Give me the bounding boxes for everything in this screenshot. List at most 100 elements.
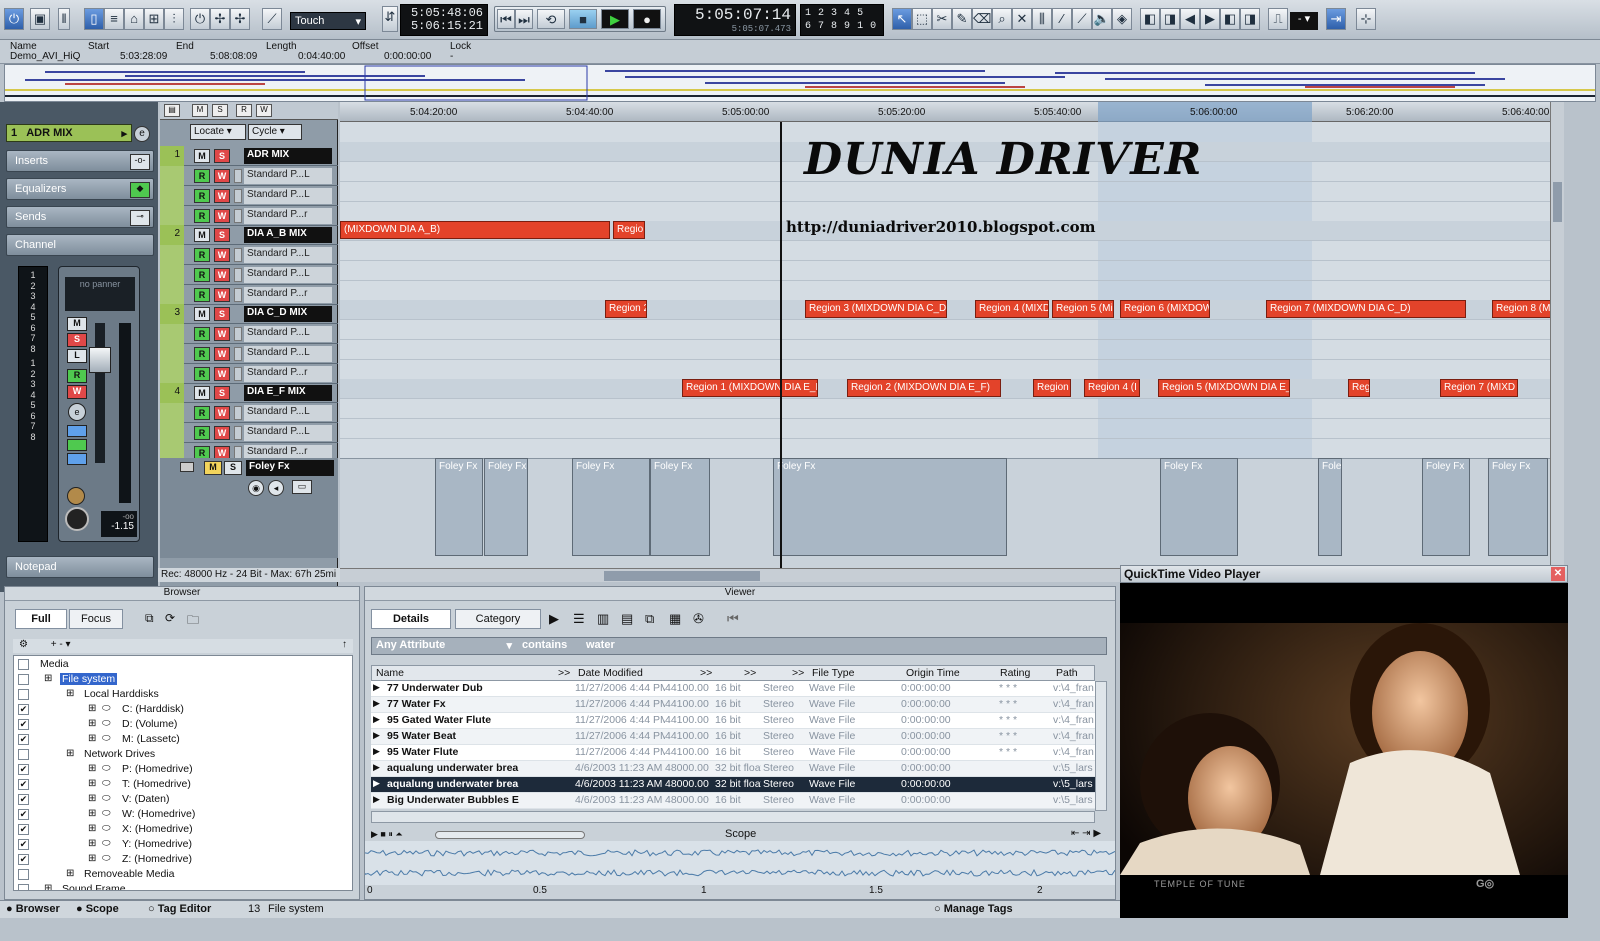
folder-track-name[interactable]: Foley Fx <box>246 460 334 476</box>
curve-icon[interactable]: ⟋ <box>262 8 282 30</box>
tree-label[interactable]: X: (Homedrive) <box>120 823 195 835</box>
line-tool-icon[interactable]: ⟋ <box>1072 8 1092 30</box>
track-name[interactable]: DIA C_D MIX <box>244 306 332 322</box>
folder-mute-button[interactable]: M <box>204 461 222 475</box>
expand-icon[interactable]: ⊞ <box>88 823 96 834</box>
foley-event[interactable]: Foley Fx <box>1488 458 1548 556</box>
sub-track[interactable]: R W Standard P...L <box>160 344 338 364</box>
file-row[interactable]: ▶ aqualung underwater brea 4/6/2003 11:23 … <box>371 761 1095 777</box>
draw-tool-icon[interactable]: ∕ <box>1052 8 1072 30</box>
tree-checkbox[interactable]: ✔ <box>18 794 29 805</box>
audio-region[interactable]: Regio <box>613 221 645 239</box>
cycle-select[interactable]: Cycle ▾ <box>248 124 302 140</box>
marker-4[interactable]: 4 <box>844 8 857 19</box>
track-lane[interactable] <box>340 320 1550 340</box>
tree-node[interactable]: ✔ ⊞ ⬭ D: (Volume) <box>14 718 352 733</box>
record-enable-icon[interactable] <box>65 507 89 531</box>
reel-icon[interactable]: ✇ <box>693 611 704 627</box>
file-row[interactable]: ▶ 95 Gated Water Flute 11/27/2006 4:44 PM 4… <box>371 713 1095 729</box>
volume-fader[interactable] <box>89 347 111 373</box>
auto-read-icon[interactable]: ✢ <box>210 8 230 30</box>
edit-channel-icon[interactable]: e <box>134 126 150 142</box>
track-name[interactable]: Standard P...r <box>244 287 332 303</box>
inserts-bypass-icon[interactable]: -o- <box>130 154 150 170</box>
col-expand-3[interactable]: >> <box>744 667 756 679</box>
record-mode-icon[interactable]: ▣ <box>30 8 50 30</box>
track-plugin-icon[interactable] <box>234 189 242 203</box>
play-icon[interactable]: ▶ <box>373 714 380 725</box>
track-name[interactable]: Standard P...r <box>244 208 332 224</box>
cycle-icon[interactable]: ⟲ <box>537 9 565 29</box>
locator-display[interactable]: 5:05:48:06 5:06:15:21 <box>400 4 488 36</box>
track-plugin-icon[interactable] <box>234 347 242 361</box>
arrange-window[interactable]: (MIXDOWN DIA A_B) Regio Region 2 Region 3 (… <box>340 122 1550 568</box>
remove-icon[interactable]: - <box>59 639 62 650</box>
range-selection-tool-icon[interactable]: ⬚ <box>912 8 932 30</box>
vertical-scrollbar[interactable] <box>1550 102 1564 582</box>
file-row[interactable]: ▶ aqualung underwater brea 4/6/2003 11:23 … <box>371 777 1095 793</box>
tree-checkbox[interactable] <box>18 869 29 880</box>
track-solo-button[interactable]: S <box>214 149 230 163</box>
monitor-icon[interactable] <box>67 487 85 505</box>
track-mute-button[interactable]: M <box>194 307 210 321</box>
nudge-start-left-icon[interactable]: ◧ <box>1140 8 1160 30</box>
tree-node[interactable]: ✔ ⊞ ⬭ X: (Homedrive) <box>14 823 352 838</box>
inspector-track-header[interactable]: 1 ADR MIX ▸ <box>6 124 132 142</box>
quicktime-video-frame[interactable]: TEMPLE OF TUNE G◎ <box>1120 583 1568 918</box>
inspector-notepad[interactable]: Notepad <box>6 556 154 578</box>
tree-node[interactable]: ⊞ Sound Frame <box>14 883 352 890</box>
details-view-icon[interactable]: ▤ <box>621 611 633 627</box>
tree-label[interactable]: Network Drives <box>82 748 157 760</box>
play-icon[interactable]: ▶ <box>373 682 380 693</box>
play-icon[interactable]: ▶ <box>373 698 380 709</box>
mute-button[interactable]: M <box>67 317 87 331</box>
sub-track[interactable]: R W Standard P...r <box>160 206 338 226</box>
tree-node[interactable]: ⊞ Local Harddisks <box>14 688 352 703</box>
file-row[interactable]: ▶ 77 Water Fx 11/27/2006 4:44 PM 44100.00 16… <box>371 697 1095 713</box>
foley-event[interactable]: Foley Fx <box>650 458 710 556</box>
read-automation-button[interactable]: R <box>67 369 87 383</box>
expand-icon[interactable]: ⊞ <box>88 718 96 729</box>
sub-track[interactable]: R W Standard P...L <box>160 403 338 423</box>
eq-bypass-strip-icon[interactable] <box>67 439 87 451</box>
file-row[interactable]: ▶ 95 Water Beat 11/27/2006 4:44 PM 44100.00… <box>371 729 1095 745</box>
expand-icon[interactable]: ⊞ <box>66 688 74 699</box>
col-expand-4[interactable]: >> <box>792 667 804 679</box>
write-automation-button[interactable]: W <box>67 385 87 399</box>
marker-6[interactable]: 6 <box>805 21 818 32</box>
eq-bypass-icon[interactable]: ◆ <box>130 182 150 198</box>
group-track[interactable]: 1 M S ADR MIX <box>160 146 338 166</box>
track-write-button[interactable]: W <box>214 248 230 262</box>
track-lane[interactable] <box>340 241 1550 261</box>
edit-icon[interactable]: e <box>68 403 86 421</box>
track-plugin-icon[interactable] <box>234 327 242 341</box>
zoom-tool-icon[interactable]: ⌕ <box>992 8 1012 30</box>
audio-region[interactable]: Region 8 (M <box>1492 300 1550 318</box>
expand-icon[interactable]: ⊞ <box>88 778 96 789</box>
expand-icon[interactable]: ⊞ <box>44 673 52 684</box>
folder-monitor-icon[interactable]: ◉ <box>248 480 264 496</box>
speaker-tool-icon[interactable]: 🔈 <box>1092 8 1112 30</box>
marker-buttons[interactable]: 12345 678910 <box>800 4 884 36</box>
tree-label[interactable]: C: (Harddisk) <box>120 703 186 715</box>
col-expand-1[interactable]: >> <box>558 667 570 679</box>
tree-label[interactable]: Removeable Media <box>82 868 176 880</box>
foley-event[interactable]: Foley Fx <box>435 458 483 556</box>
file-rating[interactable]: * * * <box>999 714 1039 726</box>
filter-attribute[interactable]: Any Attribute ▾ <box>376 639 512 652</box>
expand-icon[interactable]: ⊞ <box>88 808 96 819</box>
track-write-button[interactable]: W <box>214 426 230 440</box>
tree-label[interactable]: P: (Homedrive) <box>120 763 195 775</box>
tree-node[interactable]: Media <box>14 658 352 673</box>
audio-region[interactable]: Region 4 (MIXD <box>975 300 1049 318</box>
filter-value[interactable]: water <box>586 639 1086 651</box>
group-track[interactable]: 2 M S DIA A_B MIX <box>160 225 338 245</box>
folder-solo-button[interactable]: S <box>224 461 242 475</box>
track-name[interactable]: DIA E_F MIX <box>244 385 332 401</box>
track-plugin-icon[interactable] <box>234 209 242 223</box>
sub-track[interactable]: R W Standard P...L <box>160 265 338 285</box>
play-icon[interactable]: ▶ <box>373 794 380 805</box>
track-read-button[interactable]: R <box>194 248 210 262</box>
nudge-end-right-icon[interactable]: ◨ <box>1240 8 1260 30</box>
sub-track[interactable]: R W Standard P...L <box>160 166 338 186</box>
